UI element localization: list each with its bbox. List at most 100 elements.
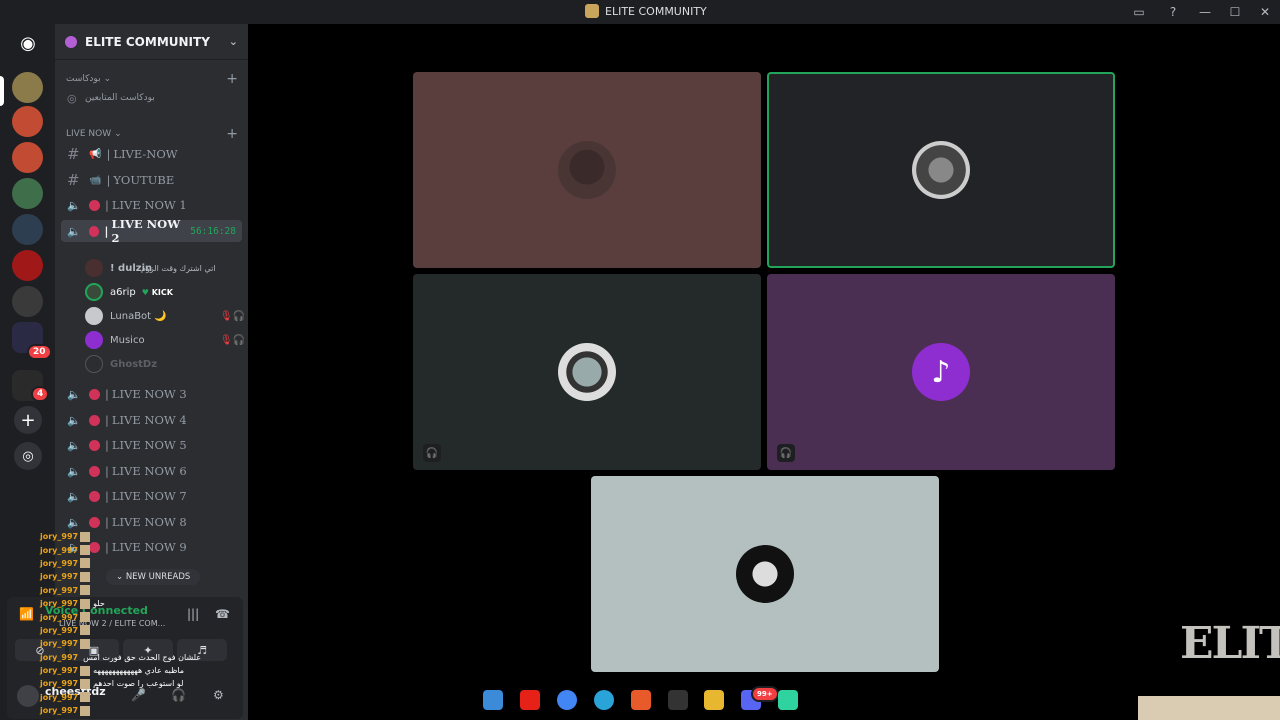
channel-live-now-4[interactable]: 🔈 | LIVE NOW 4: [61, 409, 242, 431]
server-icon-3[interactable]: [12, 142, 43, 173]
voice-stage: 🎧 ♪ 🎧: [248, 24, 1280, 720]
discord-badge: 99+: [751, 686, 779, 702]
overlay-message: jory_997: [40, 610, 200, 623]
disconnect-icon[interactable]: ☎: [215, 607, 230, 621]
server-icon-2[interactable]: [12, 106, 43, 137]
red-circle-icon: [89, 439, 100, 451]
explore-servers-icon[interactable]: ◎: [14, 442, 42, 470]
channel-live-now-2[interactable]: 🔈 | LIVE NOW 2 56:16:28: [61, 217, 242, 245]
add-server-icon[interactable]: +: [14, 406, 42, 434]
deafened-icon: 🎙🎧: [219, 310, 245, 322]
server-icon-6[interactable]: [12, 250, 43, 281]
guild-icon: [65, 35, 77, 48]
avatar: [85, 331, 103, 349]
streaming-app-icon[interactable]: [778, 690, 798, 710]
speaker-icon: 🔈: [67, 387, 81, 401]
youtube-icon[interactable]: [520, 690, 540, 710]
app-icon[interactable]: [631, 690, 651, 710]
red-circle-icon: [88, 225, 100, 237]
server-icon-7[interactable]: [12, 286, 43, 317]
channel-label: LIVE NOW 2: [111, 217, 181, 245]
voice-user[interactable]: GhostDz: [85, 353, 245, 375]
server-icon-5[interactable]: [12, 214, 43, 245]
overlay-message: jory_997: [40, 530, 200, 543]
windows-start-icon[interactable]: [483, 690, 503, 710]
voice-user[interactable]: Musico 🎙🎧: [85, 329, 245, 351]
channel-youtube[interactable]: # 📹 | YOUTUBE: [61, 169, 242, 191]
channel-live-now-7[interactable]: 🔈 | LIVE NOW 7: [61, 485, 242, 507]
participant-tile-speaking[interactable]: [767, 72, 1115, 268]
category-live-now-label: LIVE NOW: [66, 129, 112, 139]
channel-live-now-1[interactable]: 🔈 | LIVE NOW 1: [61, 194, 242, 216]
overlay-message: jory_997 لو استوعب را صوت احدهم: [40, 678, 184, 689]
channel-live-now-3[interactable]: 🔈 | LIVE NOW 3: [61, 383, 242, 405]
channel-podcast[interactable]: ◎ بودكاست المتابعين: [61, 87, 242, 109]
inbox-icon[interactable]: ▭: [1122, 0, 1156, 24]
window-title-text: ELITE COMMUNITY: [605, 4, 707, 18]
red-circle-icon: [89, 199, 100, 211]
speaker-icon: 🔈: [67, 438, 81, 452]
text-channel-icon: #: [67, 171, 80, 189]
red-circle-icon: [89, 414, 100, 426]
participant-tile[interactable]: [413, 72, 761, 268]
category-live-now[interactable]: LIVE NOW ⌄ +: [66, 126, 238, 142]
channel-label: LIVE-NOW: [113, 147, 178, 161]
category-podcast[interactable]: بودكاست ⌄ +: [66, 71, 238, 87]
channel-live-now-text[interactable]: # 📢 | LIVE-NOW: [61, 143, 242, 165]
channel-timer: 56:16:28: [190, 225, 236, 237]
voice-user[interactable]: a6rip ♥ KICK: [85, 281, 245, 303]
file-explorer-icon[interactable]: [704, 690, 724, 710]
overlay-message: jory_997 ماظبه عادي ههههههههههههه: [40, 665, 185, 676]
title-bar: ELITE COMMUNITY ▭ ? — ☐ ✕: [0, 0, 1280, 24]
folder-1-badge: 20: [27, 344, 52, 360]
overlay-message: jory_997 حلو: [40, 598, 105, 609]
music-note-icon: ♪: [912, 343, 970, 401]
server-icon-elite[interactable]: [12, 72, 43, 103]
voice-user-name: Musico: [110, 334, 145, 346]
speaker-icon: 🔈: [67, 224, 81, 238]
megaphone-icon: 📢: [89, 148, 102, 160]
window-title: ELITE COMMUNITY: [585, 4, 707, 18]
deafened-icon: 🎧: [777, 444, 795, 462]
add-channel-icon[interactable]: +: [226, 126, 238, 142]
chat-overlay: jory_997 jory_997 jory_997 jory_997 jory…: [40, 530, 202, 717]
channel-label: LIVE NOW 8: [111, 515, 187, 529]
voice-user[interactable]: ! dulzin: [85, 257, 245, 279]
add-channel-icon[interactable]: +: [226, 71, 238, 87]
minimize-button[interactable]: —: [1190, 0, 1220, 24]
avatar: [558, 141, 616, 199]
avatar: [85, 355, 103, 373]
overlay-message: jory_997: [40, 624, 200, 637]
stage-icon: ◎: [67, 91, 77, 105]
participant-tile[interactable]: [591, 476, 939, 672]
speaker-icon: 🔈: [67, 198, 81, 212]
overlay-message: jory_997: [40, 543, 200, 556]
system-tray: [1138, 696, 1280, 720]
overlay-message: jory_997 علشان فوج الحدث حق فورت امس: [40, 652, 202, 662]
channel-label: LIVE NOW 4: [111, 413, 187, 427]
gear-icon[interactable]: ⚙: [213, 688, 224, 702]
avatar: [736, 545, 794, 603]
discord-home-icon[interactable]: ◉: [14, 29, 42, 57]
telegram-icon[interactable]: [594, 690, 614, 710]
channel-live-now-6[interactable]: 🔈 | LIVE NOW 6: [61, 460, 242, 482]
help-icon[interactable]: ?: [1156, 0, 1190, 24]
chrome-icon[interactable]: [557, 690, 577, 710]
participant-tile[interactable]: ♪ 🎧: [767, 274, 1115, 470]
voice-user[interactable]: LunaBot 🌙 🎙🎧: [85, 305, 245, 327]
participant-tile[interactable]: 🎧: [413, 274, 761, 470]
kick-tag: ♥ KICK: [141, 287, 173, 297]
avatar[interactable]: [17, 685, 39, 707]
overlay-message: jory_997: [40, 570, 200, 583]
overlay-message: jory_997: [40, 557, 200, 570]
close-button[interactable]: ✕: [1250, 0, 1280, 24]
elite-watermark: ELITE: [1180, 618, 1280, 669]
avatar: [85, 259, 103, 277]
editor-icon[interactable]: [668, 690, 688, 710]
channel-live-now-5[interactable]: 🔈 | LIVE NOW 5: [61, 434, 242, 456]
overlay-message: jory_997: [40, 637, 200, 650]
guild-header[interactable]: ELITE COMMUNITY ⌄: [55, 24, 248, 60]
maximize-button[interactable]: ☐: [1220, 0, 1250, 24]
overlay-message: jory_997: [40, 584, 200, 597]
server-icon-4[interactable]: [12, 178, 43, 209]
